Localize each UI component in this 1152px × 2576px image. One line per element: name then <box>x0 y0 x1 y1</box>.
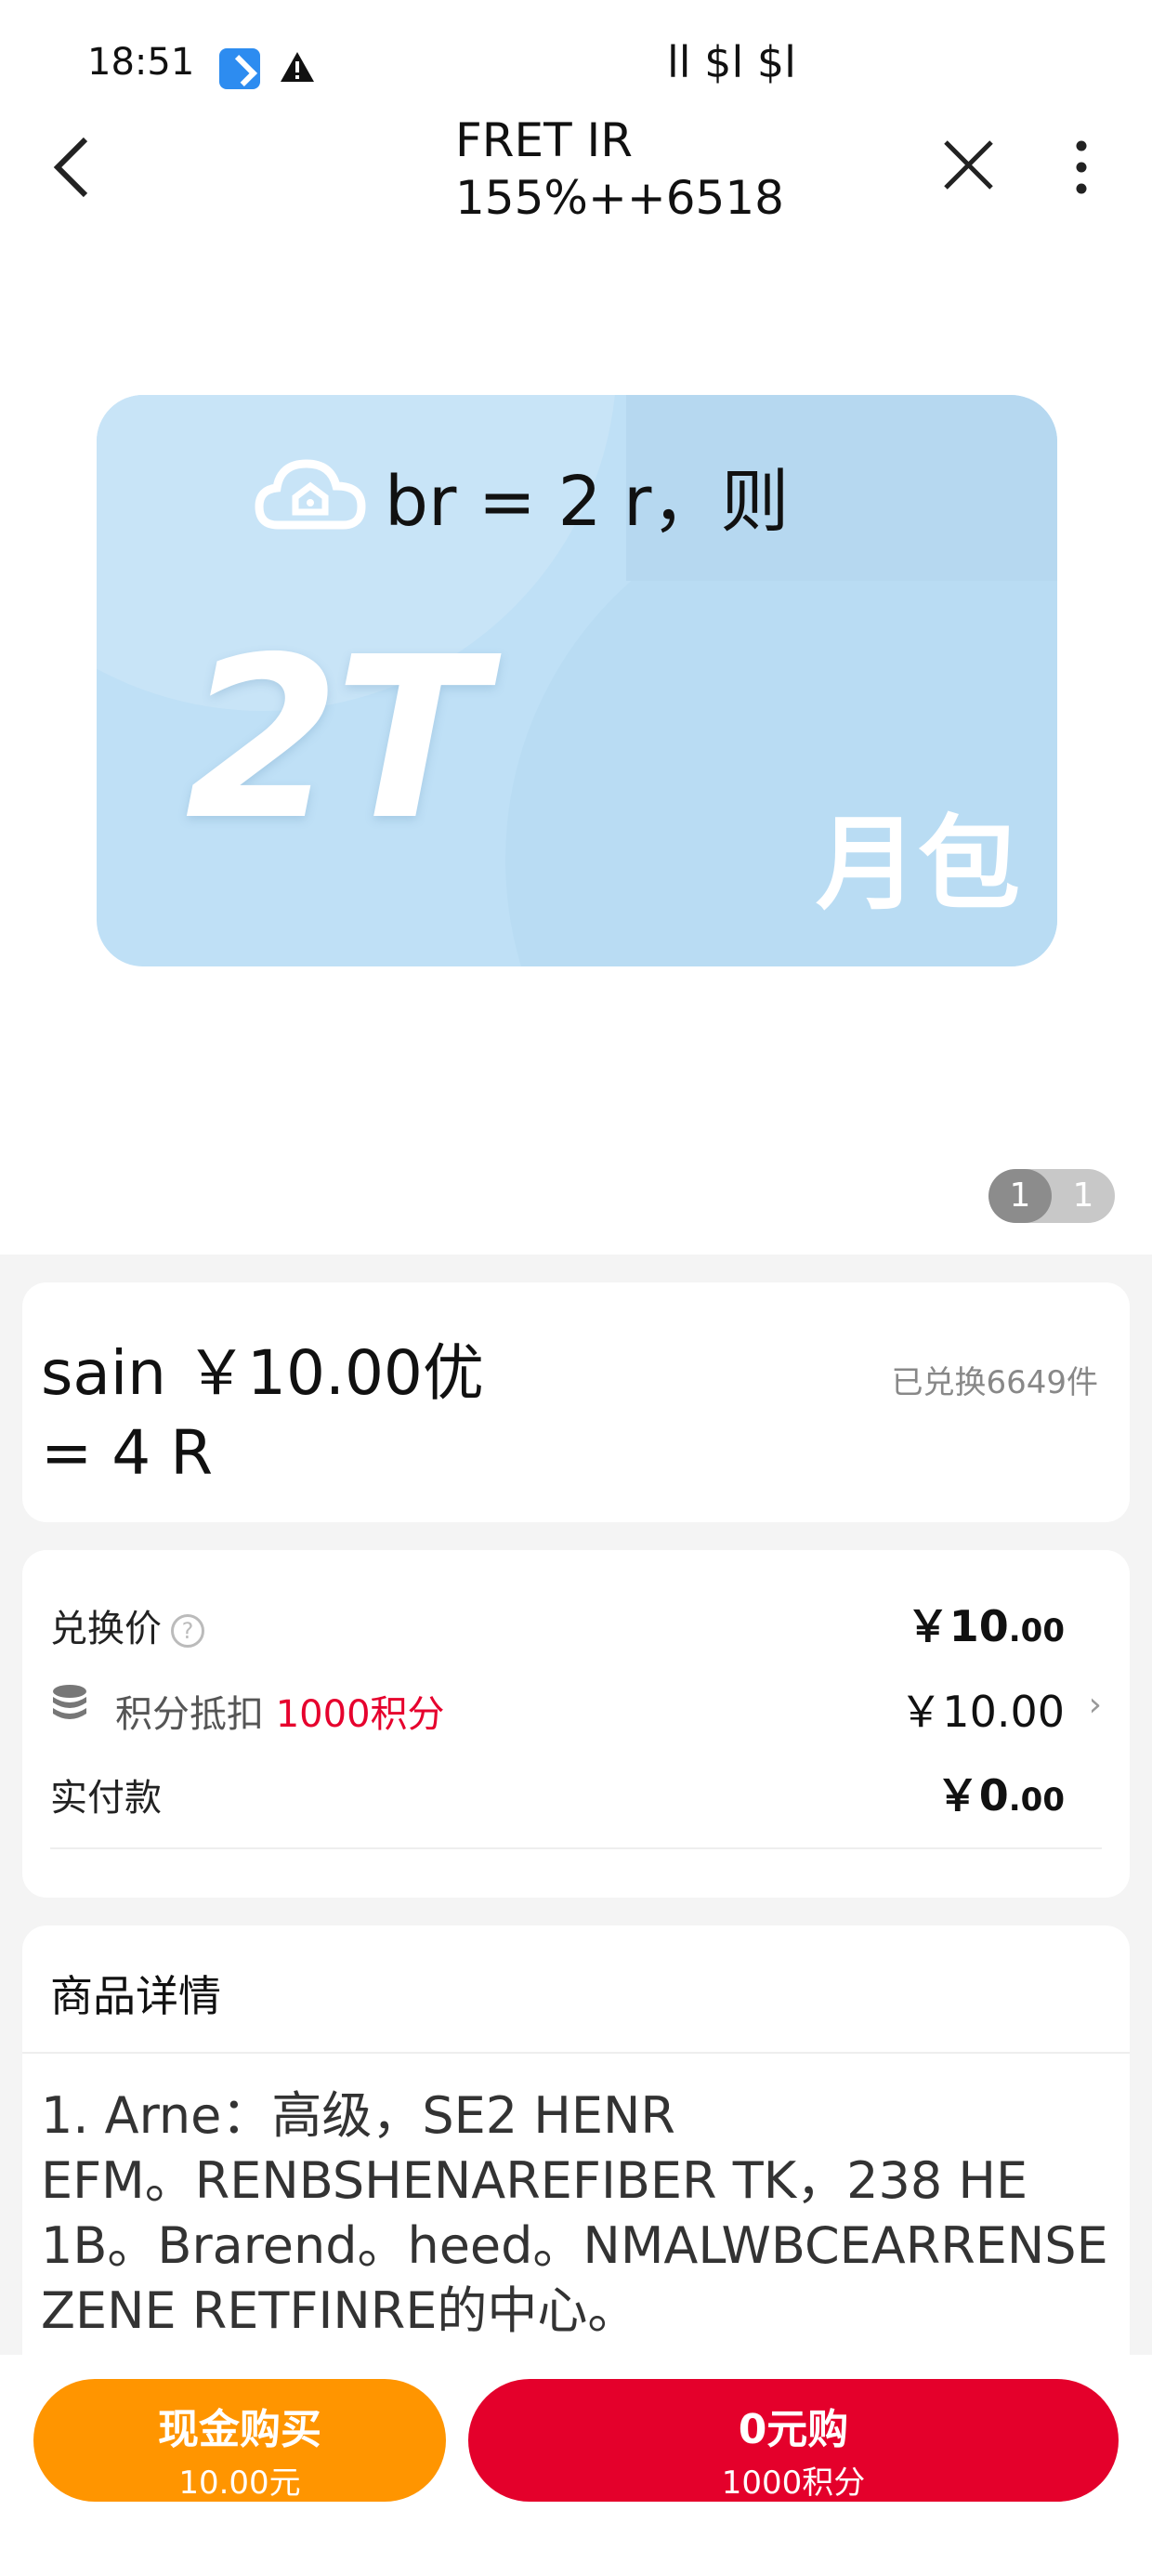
product-name-line2: = 4 R <box>41 1417 214 1489</box>
image-pager: 1 1 <box>988 1169 1115 1223</box>
paid-amount-row: 实付款 ￥0.00 <box>50 1756 1065 1831</box>
chevron-right-icon[interactable]: › <box>1089 1686 1102 1724</box>
details-text: 1. Arne：高级，SE2 HENR EFM。RENBSHENAREFIBER… <box>41 2086 1108 2340</box>
sold-count: 已兑换6649件 <box>891 1364 1098 1401</box>
cash-purchase-price: 10.00元 <box>178 2464 301 2502</box>
signal-indicators: ll $l $l <box>667 37 796 87</box>
points-purchase-cost: 1000积分 <box>721 2464 866 2502</box>
storage-size-label: 2T <box>185 609 487 869</box>
page-title-line2: 155%++6518 <box>455 171 784 225</box>
coins-icon <box>53 1685 86 1719</box>
points-deduction-value: ￥10.00 <box>899 1687 1065 1737</box>
product-gallery[interactable]: br = 2 r，则 2T 月包 1 1 <box>0 242 1152 1255</box>
exchange-price-value: ￥10.00 <box>906 1601 1065 1651</box>
exchange-price-label: 兑换价 <box>50 1608 162 1650</box>
cloud-home-icon <box>255 459 366 530</box>
warning-icon <box>281 52 314 82</box>
pricing-panel: 兑换价? ￥10.00 积分抵扣 1000积分 ￥10.00 › 实付款 ￥0.… <box>22 1550 1130 1898</box>
product-image-card: br = 2 r，则 2T 月包 <box>97 395 1057 966</box>
page-title: FRET IR 155%++6518 <box>455 112 901 227</box>
product-info-panel: sain ￥10.00优 = 4 R 已兑换6649件 <box>22 1282 1130 1522</box>
cash-purchase-button[interactable]: 现金购买 10.00元 <box>33 2379 446 2502</box>
divider <box>50 1847 1102 1849</box>
divider <box>22 2052 1130 2054</box>
points-purchase-label: 0元购 <box>738 2406 849 2453</box>
points-deduction-amount: 1000积分 <box>275 1693 445 1736</box>
product-name: sain ￥10.00优 = 4 R <box>41 1334 561 1493</box>
app-notification-icon <box>219 48 260 89</box>
plan-type-label: 月包 <box>816 805 1020 924</box>
status-time: 18:51 <box>87 41 195 84</box>
more-options-icon[interactable] <box>1059 135 1104 200</box>
bottom-action-bar: 现金购买 10.00元 0元购 1000积分 <box>0 2355 1152 2576</box>
close-icon[interactable] <box>938 135 999 195</box>
back-arrow-icon[interactable] <box>45 130 100 204</box>
exchange-price-row: 兑换价? ￥10.00 <box>50 1587 1065 1662</box>
page-title-line1: FRET IR <box>455 113 634 167</box>
help-icon[interactable]: ? <box>171 1614 204 1648</box>
nav-bar: FRET IR 155%++6518 <box>0 102 1152 242</box>
card-caption: br = 2 r，则 <box>385 462 790 542</box>
paid-amount-value: ￥0.00 <box>936 1770 1065 1820</box>
status-bar: 18:51 ll $l $l <box>0 0 1152 102</box>
paid-amount-label: 实付款 <box>50 1777 162 1820</box>
points-deduction-row[interactable]: 积分抵扣 1000积分 ￥10.00 › <box>50 1673 1102 1747</box>
product-name-line1: sain ￥10.00优 <box>41 1337 484 1409</box>
pager-current: 1 <box>988 1169 1052 1223</box>
details-heading: 商品详情 <box>50 1971 221 2021</box>
points-purchase-button[interactable]: 0元购 1000积分 <box>468 2379 1119 2502</box>
points-deduction-label: 积分抵扣 <box>115 1693 276 1736</box>
pager-total: 1 <box>1072 1176 1094 1215</box>
cash-purchase-label: 现金购买 <box>158 2406 321 2453</box>
